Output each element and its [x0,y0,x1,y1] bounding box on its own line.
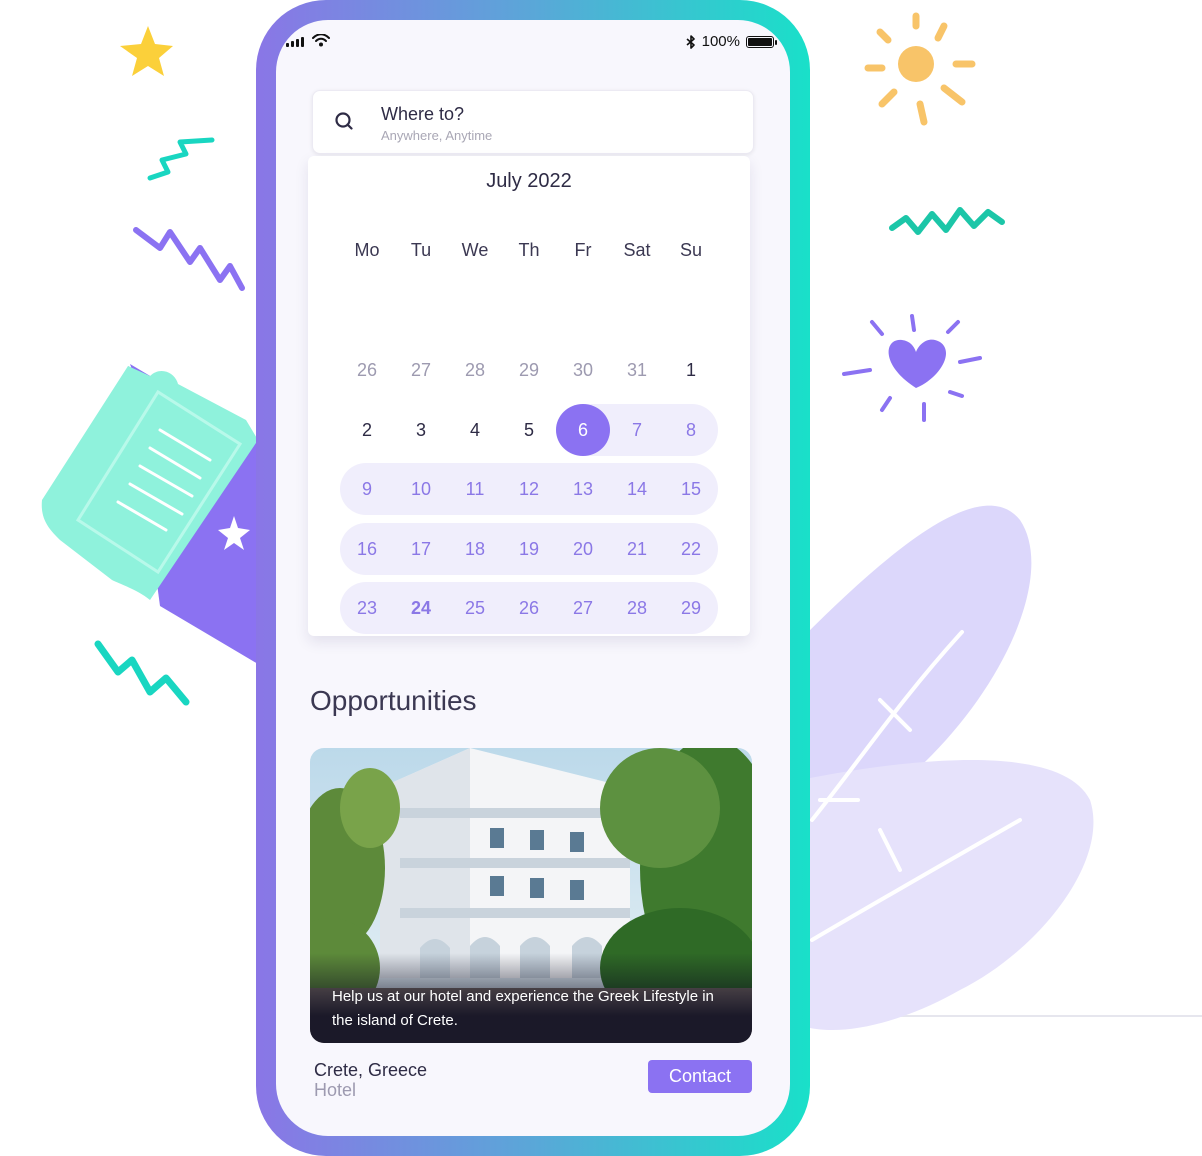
battery-percent: 100% [701,33,740,50]
weekday-label: Tu [410,240,432,260]
search-icon [335,112,353,130]
weekday-label: Su [679,240,703,260]
calendar-day[interactable]: 22 [664,523,718,575]
bluetooth-icon [686,34,695,49]
calendar-day[interactable]: 7 [610,404,664,456]
calendar-day[interactable]: 5 [502,404,556,456]
calendar-day[interactable]: 26 [502,582,556,634]
calendar-month: July 2022 [486,170,572,192]
wifi-icon [312,34,330,47]
calendar-day[interactable]: 30 [556,344,610,396]
card-description: Help us at our hotel and experience the … [332,988,714,1029]
weekday-label: We [461,240,489,260]
phone-screen: 100% Where to? Anywhere, Anytime July 20… [276,20,790,1136]
contact-button[interactable]: Contact [648,1060,752,1093]
calendar-day[interactable]: 8 [664,404,718,456]
zigzag-decoration [94,640,190,706]
calendar-day[interactable]: 9 [340,463,394,515]
calendar-day[interactable]: 20 [556,523,610,575]
opportunity-card[interactable]: Help us at our hotel and experience the … [310,748,752,1043]
calendar-day[interactable]: 16 [340,523,394,575]
calendar-day[interactable]: 24 [394,582,448,634]
calendar-day[interactable]: 29 [664,582,718,634]
calendar-day[interactable]: 3 [394,404,448,456]
card-type: Hotel [314,1080,357,1100]
sun-icon [864,12,976,126]
calendar-day[interactable]: 28 [610,582,664,634]
weekday-label: Fr [574,240,592,260]
calendar-day[interactable]: 19 [502,523,556,575]
calendar-day[interactable]: 6 [556,403,610,456]
calendar-day[interactable]: 27 [556,582,610,634]
calendar-day[interactable]: 2 [340,404,394,456]
zigzag-decoration [889,207,1005,235]
calendar-day[interactable]: 1 [664,344,718,396]
ticket-decoration [41,364,258,664]
battery-icon [746,35,777,48]
calendar-day[interactable]: 27 [394,344,448,396]
calendar-day[interactable]: 13 [556,463,610,515]
calendar-day[interactable]: 4 [448,404,502,456]
weekday-label: Mo [354,240,380,260]
leaf-decoration [790,505,1094,1030]
weekday-label: Sat [623,240,651,260]
calendar-day[interactable]: 26 [340,344,394,396]
calendar: July 2022 Mo Tu We Th Fr Sat Su 26 27 28 29 30 31 1 2 3… [308,156,750,636]
calendar-day[interactable]: 17 [394,523,448,575]
status-bar: 100% [276,20,790,64]
calendar-day[interactable]: 25 [448,582,502,634]
calendar-day[interactable]: 14 [610,463,664,515]
search-box[interactable]: Where to? Anywhere, Anytime [312,90,754,154]
signal-icon [286,37,304,47]
section-title: Opportunities [310,685,477,716]
calendar-day[interactable]: 12 [502,463,556,515]
star-icon [120,26,173,76]
calendar-day[interactable]: 21 [610,523,664,575]
search-title: Where to? [381,104,465,124]
search-subtitle: Anywhere, Anytime [381,128,493,143]
calendar-day[interactable]: 15 [664,463,718,515]
heart-icon [842,314,982,422]
calendar-day[interactable]: 18 [448,523,502,575]
calendar-day[interactable]: 28 [448,344,502,396]
calendar-day[interactable]: 10 [394,463,448,515]
weekday-label: Th [518,240,540,260]
zigzag-decoration [147,137,215,181]
calendar-day[interactable]: 31 [610,344,664,396]
zigzag-decoration [133,227,245,291]
calendar-day[interactable]: 11 [448,463,502,515]
calendar-day[interactable]: 23 [340,582,394,634]
card-location: Crete, Greece [314,1060,428,1080]
calendar-day[interactable]: 29 [502,344,556,396]
